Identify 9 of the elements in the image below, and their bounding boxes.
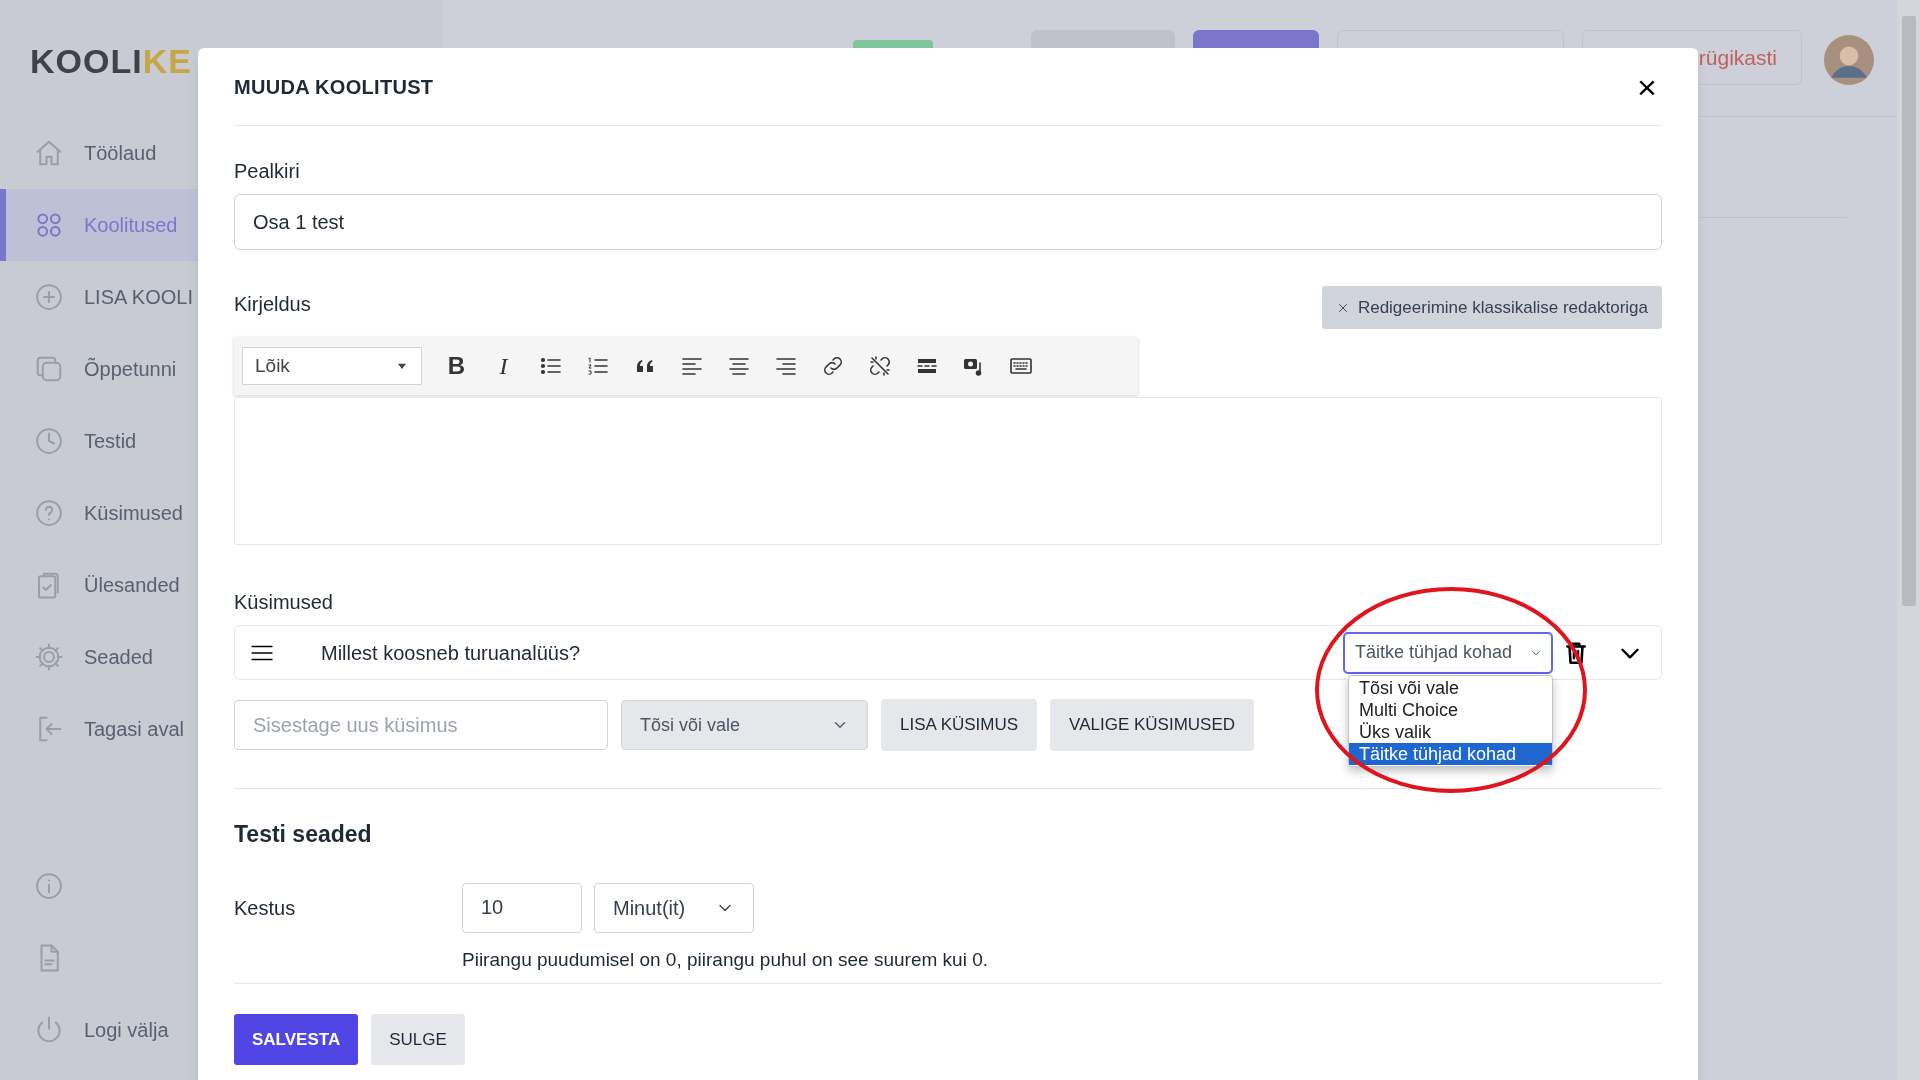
logo: KOOLIKE xyxy=(30,44,192,78)
section-title: Testi seaded xyxy=(234,820,373,849)
field-label: Kestus xyxy=(234,895,297,921)
field-label: Küsimused xyxy=(234,590,334,615)
field-label: Pealkiri xyxy=(234,159,301,184)
field-label: Kirjeldus xyxy=(234,292,311,317)
hint-text: Piirangu puudumisel on 0, piirangu puhul on see suurem kui 0. xyxy=(462,947,989,972)
question-text: Millest koosneb turuanalüüs? xyxy=(321,640,582,666)
dialog-title: MUUDA KOOLITUST xyxy=(234,74,434,100)
